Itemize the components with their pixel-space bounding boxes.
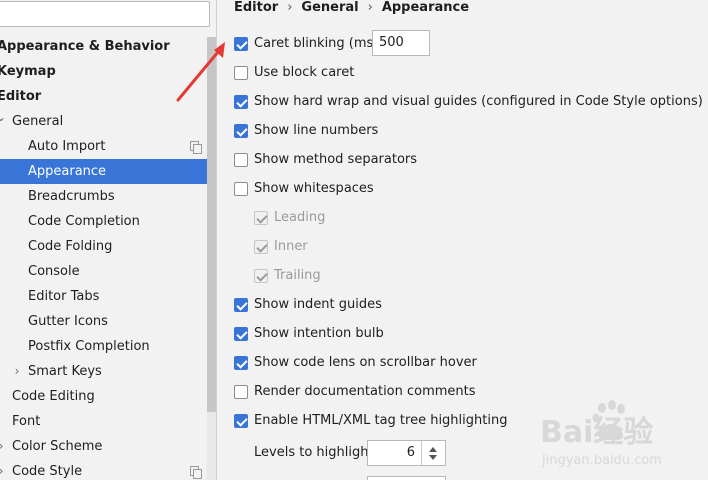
tree-item-label: Auto Import — [28, 139, 106, 154]
tree-item-general[interactable]: ⌄General — [0, 109, 216, 134]
option-label: Inner — [274, 239, 308, 254]
spinner-up-icon[interactable] — [429, 447, 437, 452]
levels-to-highlight-label: Levels to highlight: — [254, 445, 378, 460]
annotation-arrow-icon — [176, 42, 225, 102]
tree-item-label: Appearance — [28, 164, 107, 179]
breadcrumb-item: General — [301, 0, 359, 15]
tree-item-label: Code Editing — [12, 389, 95, 404]
tree-item-label: Smart Keys — [28, 364, 102, 379]
project-scope-icon — [190, 141, 202, 154]
tree-item-label: Editor Tabs — [28, 289, 100, 304]
checkbox[interactable] — [234, 37, 248, 51]
chevron-down-icon[interactable]: ⌄ — [0, 105, 6, 130]
tree-item-label: Appearance & Behavior — [0, 39, 170, 54]
checkbox[interactable] — [234, 356, 248, 370]
project-scope-icon — [190, 466, 202, 479]
levels-value: 6 — [406, 445, 415, 460]
checkbox — [254, 240, 268, 254]
tree-item-code-editing[interactable]: Code Editing — [0, 384, 216, 409]
option-label: Use block caret — [254, 65, 355, 80]
option-label: Show method separators — [254, 152, 418, 167]
tree-item-gutter-icons[interactable]: Gutter Icons — [0, 309, 216, 334]
checkbox[interactable] — [234, 298, 248, 312]
option-label: Render documentation comments — [254, 384, 476, 399]
tree-item-label: Editor — [0, 89, 42, 104]
chevron-right-icon[interactable]: › — [0, 459, 6, 480]
tree-item-breadcrumbs[interactable]: Breadcrumbs — [0, 184, 216, 209]
checkbox[interactable] — [234, 95, 248, 109]
breadcrumb-item: Appearance — [381, 0, 470, 15]
checkbox[interactable] — [234, 153, 248, 167]
checkbox — [254, 269, 268, 283]
tree-item-label: Keymap — [0, 64, 56, 79]
tree-item-label: Postfix Completion — [28, 339, 150, 354]
tree-item-editor-tabs[interactable]: Editor Tabs — [0, 284, 216, 309]
tree-item-code-style[interactable]: › Code Style — [0, 459, 216, 480]
tree-item-color-scheme[interactable]: › Color Scheme — [0, 434, 216, 459]
checkbox[interactable] — [234, 124, 248, 138]
option-label: Show indent guides — [254, 297, 382, 312]
chevron-right-icon[interactable]: › — [0, 434, 6, 459]
checkbox[interactable] — [234, 385, 248, 399]
tree-item-auto-import[interactable]: Auto Import — [0, 134, 216, 159]
checkbox[interactable] — [234, 327, 248, 341]
tree-item-appearance[interactable]: Appearance — [0, 159, 216, 184]
option-label: Show code lens on scrollbar hover — [254, 355, 477, 370]
option-label: Show whitespaces — [254, 181, 374, 196]
watermark-logo-text: Bai经验 — [540, 415, 653, 450]
baidu-watermark: Bai经验 jingyan.baidu.com — [540, 398, 700, 470]
option-label: Enable HTML/XML tag tree highlighting — [254, 413, 508, 428]
arrow-shaft — [176, 50, 220, 102]
tree-item-console[interactable]: Console — [0, 259, 216, 284]
spinner-down-icon[interactable] — [429, 455, 437, 460]
tree-item-label: Color Scheme — [12, 439, 103, 454]
watermark-url: jingyan.baidu.com — [541, 453, 662, 468]
checkbox[interactable] — [234, 182, 248, 196]
option-label: Caret blinking (ms): — [254, 36, 383, 51]
tree-item-label: Code Completion — [28, 214, 140, 229]
checkbox — [254, 211, 268, 225]
tree-item-label: Code Folding — [28, 239, 113, 254]
breadcrumb-item: Editor — [234, 0, 279, 15]
breadcrumb-separator: › — [367, 0, 373, 15]
tree-item-label: Console — [28, 264, 80, 279]
tree-item-code-completion[interactable]: Code Completion — [0, 209, 216, 234]
tree-item-smart-keys[interactable]: › Smart Keys — [0, 359, 216, 384]
option-label: Leading — [274, 210, 326, 225]
tree-item-code-folding[interactable]: Code Folding — [0, 234, 216, 259]
option-label: Trailing — [274, 268, 321, 283]
settings-search-input[interactable] — [0, 1, 210, 27]
next-spinner-field[interactable] — [367, 476, 446, 480]
tree-item-label: General — [12, 114, 64, 129]
tree-item-label: Gutter Icons — [28, 314, 108, 329]
breadcrumb: Editor › General › Appearance — [234, 0, 469, 18]
caret-blinking-input[interactable]: 500 — [372, 30, 430, 56]
option-label: Show line numbers — [254, 123, 379, 138]
spinner-buttons[interactable] — [421, 441, 445, 465]
tree-item-label: Breadcrumbs — [28, 189, 115, 204]
option-label: Show hard wrap and visual guides (config… — [254, 94, 703, 109]
breadcrumb-separator: › — [287, 0, 293, 15]
tree-item-label: Font — [12, 414, 41, 429]
checkbox[interactable] — [234, 66, 248, 80]
option-label: Show intention bulb — [254, 326, 384, 341]
levels-to-highlight-spinner[interactable]: 6 — [367, 440, 446, 466]
tree-item-font[interactable]: Font — [0, 409, 216, 434]
tree-item-label: Code Style — [12, 464, 83, 479]
tree-item-postfix-completion[interactable]: Postfix Completion — [0, 334, 216, 359]
chevron-right-icon[interactable]: › — [12, 359, 22, 384]
checkbox[interactable] — [234, 414, 248, 428]
